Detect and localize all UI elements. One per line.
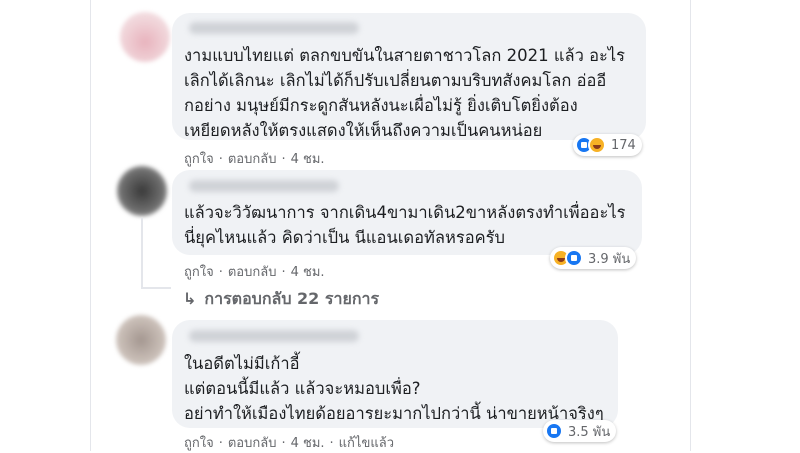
commenter-name[interactable]	[189, 22, 359, 34]
comment-text-line: ในอดีตไม่มีเก้าอี้	[184, 354, 300, 373]
like-button[interactable]: ถูกใจ	[184, 148, 214, 169]
comment-bubble: แล้วจะวิวัฒนาการ จากเดิน4ขามาเดิน2ขาหลัง…	[172, 170, 642, 255]
reply-button[interactable]: ตอบกลับ	[228, 148, 277, 169]
comment-timestamp[interactable]: 4 ชม.	[291, 261, 325, 282]
like-icon	[565, 249, 583, 267]
avatar[interactable]	[120, 12, 170, 62]
comment-actions: ถูกใจ · ตอบกลับ · 4 ชม.	[184, 261, 325, 282]
comment-text-line: นี่ยุคไหนแล้ว คิดว่าเป็น นีแอนเดอทัลหรอค…	[184, 228, 505, 247]
haha-icon	[588, 136, 606, 154]
reaction-count: 3.9 พัน	[588, 251, 631, 267]
reply-arrow-icon: ↳	[183, 289, 197, 308]
comment-text-line: งามแบบไทยแต่ ตลกขบขันในสายตาชาวโลก 2021 …	[184, 46, 626, 65]
comment-timestamp[interactable]: 4 ชม.	[291, 432, 325, 453]
reaction-summary[interactable]: 3.5 พัน	[543, 420, 617, 442]
separator-dot: ·	[281, 265, 286, 280]
thread-line	[141, 287, 171, 289]
comment-text-line: เหยียดหลังให้ตรงแสดงให้เห็นถึงความเป็นคน…	[184, 121, 543, 140]
separator-dot: ·	[218, 152, 223, 167]
reaction-summary[interactable]: 174	[573, 134, 642, 156]
reaction-count: 174	[611, 137, 636, 153]
separator-dot: ·	[329, 436, 334, 451]
reaction-count: 3.5 พัน	[568, 424, 611, 440]
feed-right-border	[690, 0, 691, 451]
comment-timestamp[interactable]: 4 ชม.	[291, 148, 325, 169]
comment-bubble: ในอดีตไม่มีเก้าอี้ แต่ตอนนี้มีแล้ว แล้วจ…	[172, 320, 618, 428]
comment-text-line: กอย่าง มนุษย์มีกระดูกสันหลังนะเผื่อไม่รู…	[184, 96, 578, 115]
feed-left-border	[90, 0, 91, 451]
edited-label[interactable]: แก้ไขแล้ว	[339, 432, 394, 453]
like-icon	[545, 422, 563, 440]
comment-bubble: งามแบบไทยแต่ ตลกขบขันในสายตาชาวโลก 2021 …	[172, 13, 646, 140]
view-replies-link[interactable]: ↳ การตอบกลับ 22 รายการ	[183, 287, 379, 312]
like-button[interactable]: ถูกใจ	[184, 432, 214, 453]
reaction-summary[interactable]: 3.9 พัน	[550, 247, 637, 269]
separator-dot: ·	[218, 265, 223, 280]
comment-actions: ถูกใจ · ตอบกลับ · 4 ชม.	[184, 148, 325, 169]
avatar[interactable]	[116, 315, 166, 365]
comment-text-line: แต่ตอนนี้มีแล้ว แล้วจะหมอบเพื่อ?	[184, 379, 421, 398]
comment-text-line: เลิกได้เลิกนะ เลิกไม่ได้ก็ปรับเปลี่ยนตาม…	[184, 71, 607, 90]
separator-dot: ·	[281, 152, 286, 167]
thread-line	[141, 218, 143, 288]
reply-button[interactable]: ตอบกลับ	[228, 432, 277, 453]
separator-dot: ·	[218, 436, 223, 451]
avatar[interactable]	[117, 166, 167, 216]
commenter-name[interactable]	[189, 330, 359, 342]
like-button[interactable]: ถูกใจ	[184, 261, 214, 282]
comment-text-line: แล้วจะวิวัฒนาการ จากเดิน4ขามาเดิน2ขาหลัง…	[184, 203, 626, 222]
comment-text-line: อย่าทำให้เมืองไทยด้อยอารยะมากไปกว่านี้ น…	[184, 404, 604, 423]
view-replies-label: การตอบกลับ 22 รายการ	[204, 289, 380, 308]
commenter-name[interactable]	[189, 180, 339, 192]
reply-button[interactable]: ตอบกลับ	[228, 261, 277, 282]
comment-actions: ถูกใจ · ตอบกลับ · 4 ชม. · แก้ไขแล้ว	[184, 432, 394, 453]
separator-dot: ·	[281, 436, 286, 451]
